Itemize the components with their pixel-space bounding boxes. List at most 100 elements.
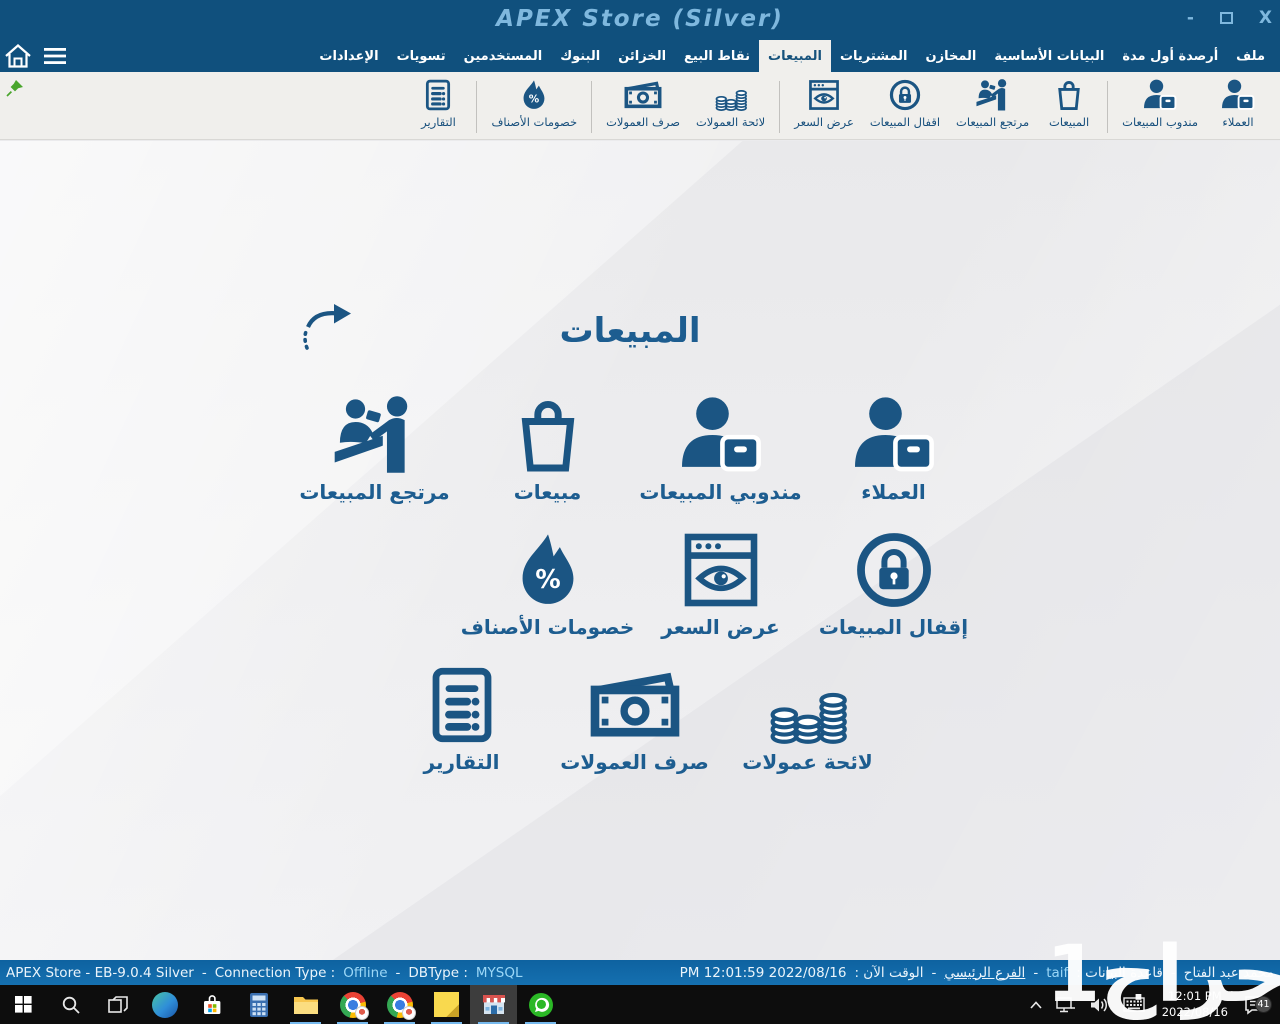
menubar: ملف أرصدة أول مدة البيانات الأساسية المخ…	[0, 40, 1280, 72]
ribbon-customers[interactable]: العملاء	[1206, 79, 1270, 129]
ribbon-sales-rep[interactable]: مندوب المبيعات	[1114, 79, 1206, 129]
speaker-icon	[1090, 997, 1109, 1013]
search-icon	[61, 995, 81, 1015]
tile-commission-list[interactable]: لائحة عمولات	[721, 666, 894, 798]
chrome-button-2[interactable]	[376, 985, 423, 1024]
touch-keyboard-button[interactable]	[1116, 985, 1152, 1024]
tile-commission-pay[interactable]: صرف العمولات	[548, 666, 721, 798]
menu-item-purchases[interactable]: المشتريات	[831, 40, 917, 72]
connection-label: Connection Type :	[215, 965, 336, 981]
start-button[interactable]	[0, 985, 47, 1024]
tile-item-discounts[interactable]: خصومات الأصناف	[461, 531, 634, 663]
menu-item-sales[interactable]: المبيعات	[759, 40, 831, 72]
sales-bag-icon	[500, 396, 596, 474]
volume-button[interactable]	[1083, 985, 1116, 1024]
sales-dashboard: المبيعات العملاء مندوبي المبيعات مبيعات	[280, 141, 980, 960]
statusbar: APEX Store - EB-9.0.4 Silver - Connectio…	[0, 960, 1280, 985]
chrome-icon	[387, 992, 413, 1018]
sales-lock-icon	[846, 531, 942, 609]
calculator-button[interactable]	[235, 985, 282, 1024]
system-tray: 12:01 PM 2022/08/16 41	[1023, 985, 1280, 1024]
tile-sales-return[interactable]: مرتجع المبيعات	[288, 396, 461, 528]
menu-item-file[interactable]: ملف	[1227, 40, 1274, 72]
ribbon-price-quote[interactable]: عرض السعر	[786, 79, 862, 129]
current-time-label: الوقت الآن :	[854, 965, 923, 981]
search-button[interactable]	[47, 985, 94, 1024]
chrome-button-1[interactable]	[329, 985, 376, 1024]
menu-item-users[interactable]: المستخدمين	[455, 40, 552, 72]
ribbon-sales-return[interactable]: مرتجع المبيعات	[948, 79, 1037, 129]
branch-link[interactable]: الفرع الرئيسي	[944, 965, 1025, 981]
price-quote-icon	[804, 79, 844, 111]
commission-pay-icon	[587, 666, 683, 744]
ribbon-divider	[779, 81, 780, 133]
menu-item-warehouses[interactable]: المخازن	[917, 40, 986, 72]
dbtype-value: MYSQL	[476, 965, 523, 981]
item-discounts-icon	[500, 531, 596, 609]
tray-expand-button[interactable]	[1023, 985, 1049, 1024]
ribbon-sales-lock[interactable]: اقفال المبيعات	[862, 79, 948, 129]
menu-item-banks[interactable]: البنوك	[551, 40, 609, 72]
ms-store-button[interactable]	[188, 985, 235, 1024]
tile-sales-reps[interactable]: مندوبي المبيعات	[634, 396, 807, 528]
tile-sales-lock[interactable]: إقفال المبيعات	[807, 531, 980, 663]
commission-pay-icon	[623, 79, 663, 111]
item-discounts-icon	[514, 79, 554, 111]
tile-customers[interactable]: العملاء	[807, 396, 980, 528]
separator: -	[202, 965, 207, 981]
menu-item-settings[interactable]: الإعدادات	[310, 40, 387, 72]
tiles-row-1: العملاء مندوبي المبيعات مبيعات مرتجع الم…	[280, 396, 980, 528]
commission-list-icon	[711, 79, 751, 111]
task-view-icon	[108, 996, 128, 1014]
pin-icon[interactable]	[5, 78, 25, 98]
window-title: APEX Store (Silver)	[0, 6, 1280, 32]
menu-item-basic-data[interactable]: البيانات الأساسية	[985, 40, 1113, 72]
app-version: APEX Store - EB-9.0.4 Silver	[6, 965, 194, 981]
task-view-button[interactable]	[94, 985, 141, 1024]
ms-store-icon	[200, 993, 224, 1017]
separator: -	[396, 965, 401, 981]
menu-item-opening-balances[interactable]: أرصدة أول مدة	[1113, 40, 1227, 72]
user-name: محمد عبد الفتاح	[1184, 965, 1274, 981]
menu-item-adjustments[interactable]: تسويات	[388, 40, 455, 72]
edge-button[interactable]	[141, 985, 188, 1024]
forward-arrow-icon[interactable]	[298, 302, 354, 352]
menu-item-pos[interactable]: نقاط البيع	[675, 40, 759, 72]
sticky-notes-button[interactable]	[423, 985, 470, 1024]
windows-logo-icon	[15, 996, 32, 1013]
tile-price-quote[interactable]: عرض السعر	[634, 531, 807, 663]
reports-icon	[418, 79, 458, 111]
apex-store-app-button[interactable]	[470, 985, 517, 1024]
apex-store-icon	[481, 992, 507, 1018]
ribbon-sales[interactable]: المبيعات	[1037, 79, 1101, 129]
customer-icon	[1218, 79, 1258, 111]
page-title: المبيعات	[280, 296, 980, 366]
status-left: APEX Store - EB-9.0.4 Silver - Connectio…	[6, 965, 523, 981]
network-button[interactable]	[1049, 985, 1083, 1024]
menubar-left	[4, 40, 68, 72]
database-value: taif	[1046, 965, 1068, 981]
tile-reports[interactable]: التقارير	[375, 666, 548, 798]
maximize-button[interactable]	[1220, 12, 1233, 24]
whatsapp-button[interactable]	[517, 985, 564, 1024]
ribbon-divider	[1107, 81, 1108, 133]
ribbon-item-discounts[interactable]: خصومات الأصناف	[483, 79, 585, 129]
tile-sales[interactable]: مبيعات	[461, 396, 634, 528]
ribbon-commission-list[interactable]: لائحة العمولات	[688, 79, 773, 129]
price-quote-icon	[673, 531, 769, 609]
menu-item-safes[interactable]: الخزائن	[609, 40, 675, 72]
separator: -	[1171, 965, 1176, 981]
hamburger-menu-icon[interactable]	[42, 46, 68, 66]
ribbon: العملاء مندوب المبيعات المبيعات مرتجع ال…	[0, 72, 1280, 140]
close-button[interactable]: X	[1259, 8, 1272, 28]
network-icon	[1056, 997, 1076, 1013]
file-explorer-button[interactable]	[282, 985, 329, 1024]
action-center-button[interactable]: 41	[1238, 995, 1276, 1015]
taskbar-clock[interactable]: 12:01 PM 2022/08/16	[1152, 989, 1238, 1020]
status-right: محمد عبد الفتاح - قاعدة البيانات : taif …	[676, 965, 1274, 981]
ribbon-commission-pay[interactable]: صرف العمولات	[598, 79, 688, 129]
minimize-button[interactable]: -	[1187, 8, 1194, 28]
folder-icon	[293, 994, 319, 1016]
ribbon-reports[interactable]: التقارير	[406, 79, 470, 129]
home-icon[interactable]	[4, 43, 32, 69]
